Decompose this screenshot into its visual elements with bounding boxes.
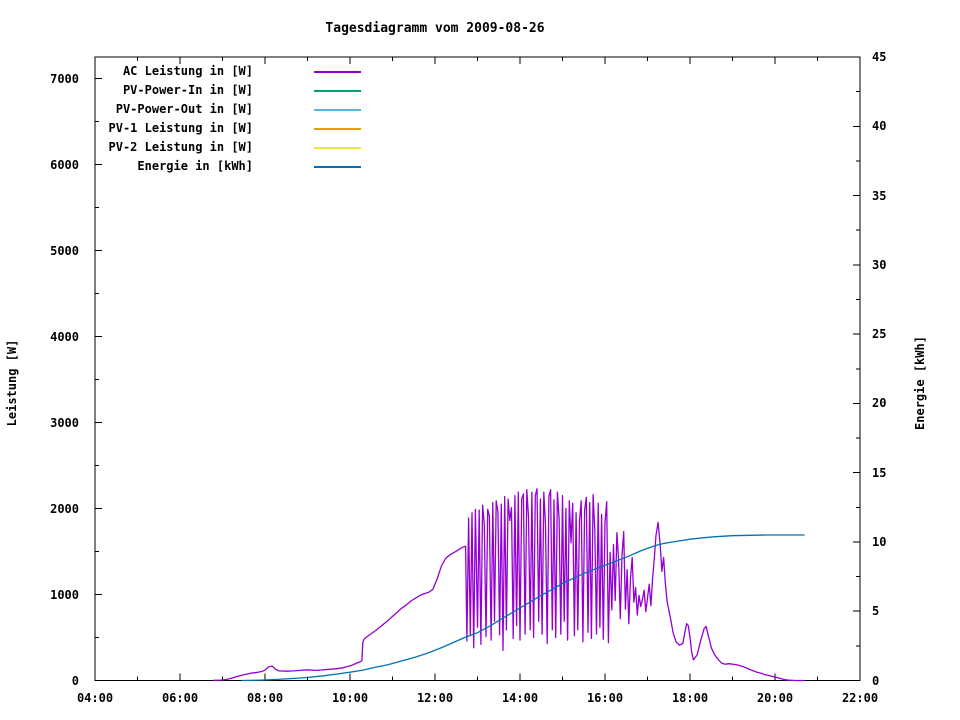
legend-label: PV-Power-In in [W] [122, 83, 253, 97]
y2-tick-label: 35 [872, 188, 887, 203]
legend-line-sample [314, 109, 361, 111]
legend-label: PV-2 Leistung in [W] [108, 140, 254, 154]
legend-line-sample [314, 166, 361, 168]
y2-tick-label: 20 [872, 396, 887, 411]
legend-line-sample [314, 128, 361, 130]
legend-line-sample [314, 90, 361, 92]
legend-label: Energie in [kWh] [137, 159, 253, 173]
y2-tick-label: 15 [872, 465, 887, 480]
x-tick-label: 10:00 [331, 691, 369, 705]
x-tick-label: 06:00 [161, 691, 199, 705]
legend-label: AC Leistung in [W] [122, 64, 253, 78]
x-tick-label: 14:00 [501, 691, 539, 705]
y2-tick-label: 30 [872, 257, 887, 272]
series-line-ac-leistung-in-w- [213, 488, 805, 682]
x-tick-label: 08:00 [246, 691, 284, 705]
legend-label: PV-1 Leistung in [W] [108, 121, 254, 135]
y-tick-label: 1000 [50, 587, 79, 602]
x-tick-label: 20:00 [756, 691, 794, 705]
x-tick-label: 12:00 [416, 691, 454, 705]
x-tick-label: 04:00 [76, 691, 114, 705]
y2-tick-label: 25 [872, 327, 887, 342]
x-tick-label: 16:00 [586, 691, 624, 705]
legend-label: PV-Power-Out in [W] [115, 102, 253, 116]
y-tick-label: 2000 [50, 501, 79, 516]
y2-tick-label: 45 [872, 50, 887, 64]
y-tick-label: 3000 [50, 415, 79, 430]
y2-tick-label: 10 [872, 534, 887, 549]
x-tick-label: 18:00 [671, 691, 709, 705]
legend-line-sample [314, 71, 361, 73]
series-line-energie-in-kwh- [241, 534, 805, 682]
y2-tick-label: 0 [872, 673, 880, 688]
y2-tick-label: 40 [872, 119, 887, 134]
x-tick-label: 22:00 [841, 691, 879, 705]
legend-line-sample [314, 147, 361, 149]
y2-tick-label: 5 [872, 604, 880, 619]
y-tick-label: 5000 [50, 243, 79, 258]
y-tick-label: 0 [71, 673, 79, 688]
chart-canvas: Tagesdiagramm vom 2009-08-26 Leistung [W… [0, 0, 960, 720]
y-tick-label: 4000 [50, 329, 79, 344]
